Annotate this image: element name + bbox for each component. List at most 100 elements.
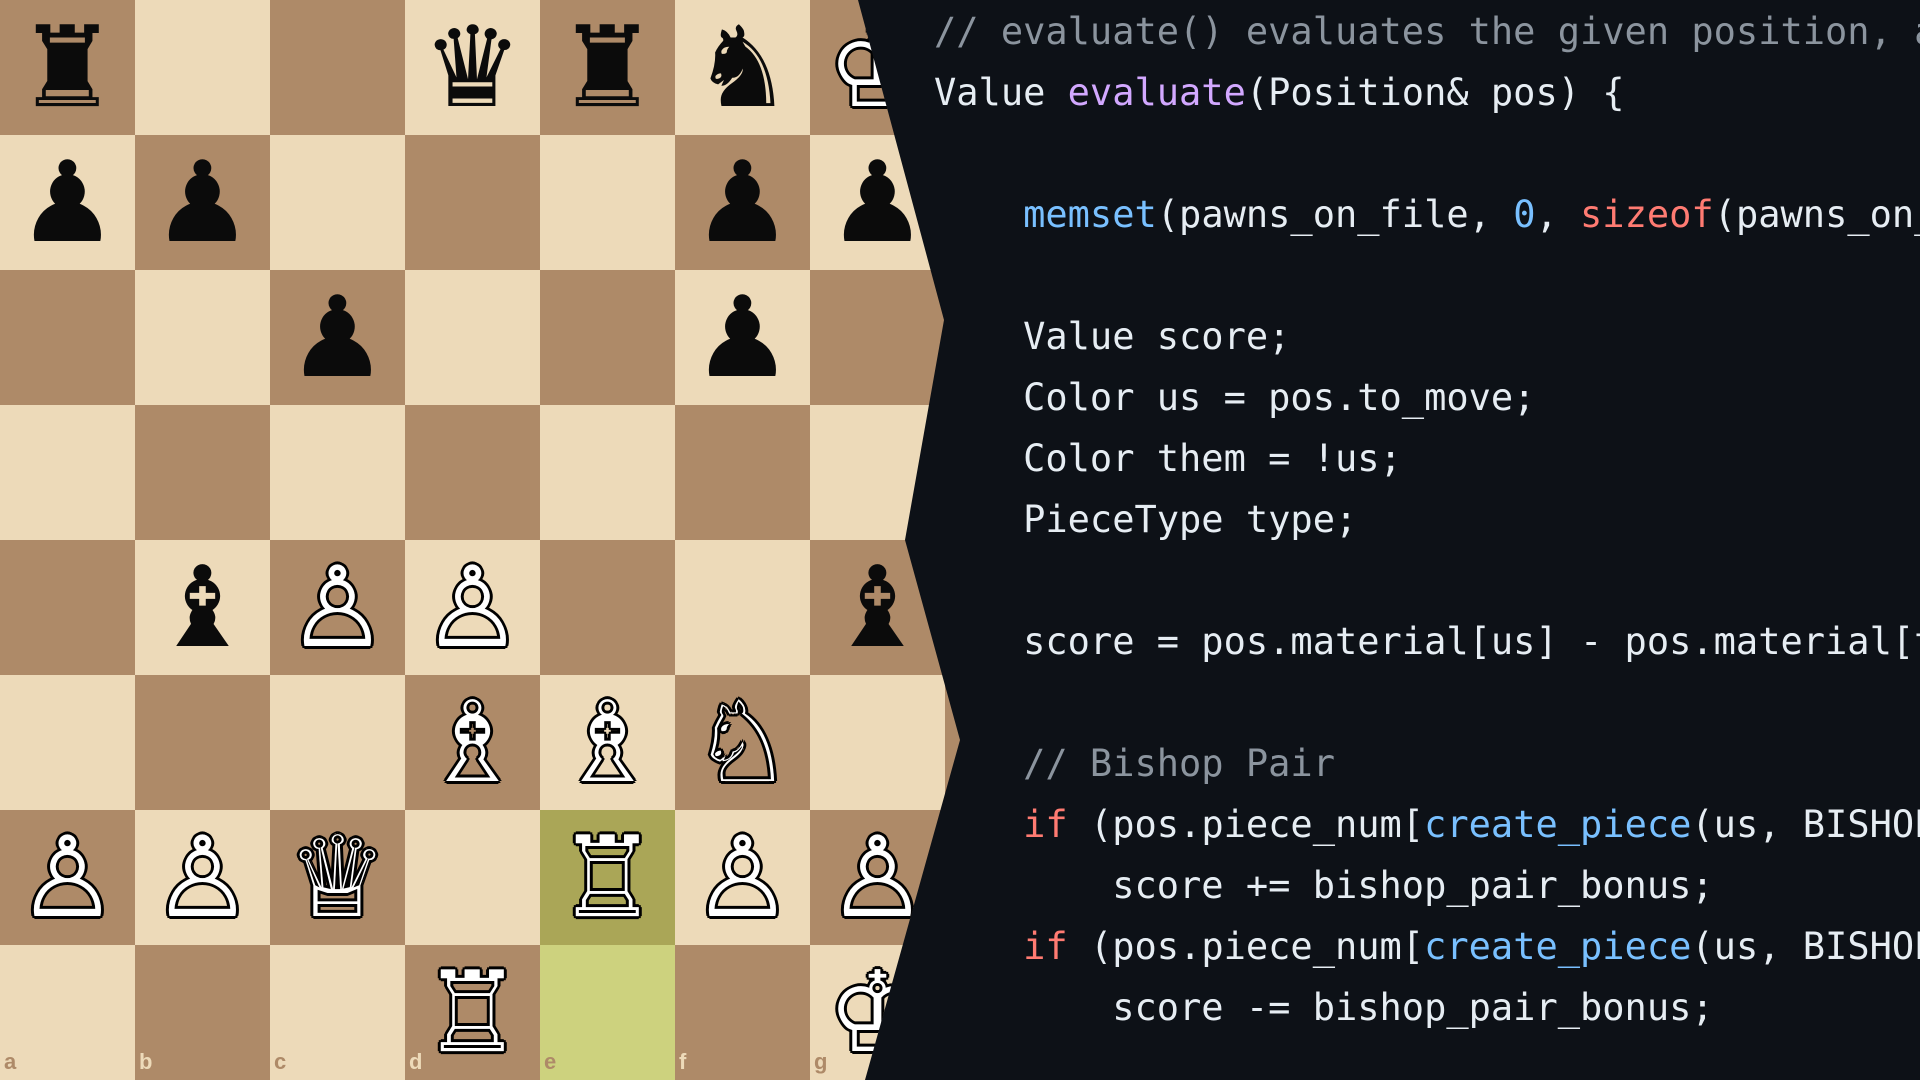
black-bishop-icon[interactable]: ♝ [810, 540, 945, 675]
square-c3[interactable] [270, 675, 405, 810]
code-token-plain: (pos.piece_num[ [1067, 925, 1425, 968]
square-b1[interactable] [135, 945, 270, 1080]
white-king-icon[interactable]: ♔ [810, 0, 945, 135]
square-d7[interactable] [405, 135, 540, 270]
code-line: PieceType type; [934, 489, 1357, 550]
file-label-a: a [4, 1049, 17, 1074]
code-token-plain: score = pos.material[us] - pos.material[… [934, 620, 1920, 663]
square-g5[interactable] [810, 405, 945, 540]
black-bishop-icon[interactable]: ♝ [135, 540, 270, 675]
code-token-plain: PieceType type; [934, 498, 1358, 541]
code-token-plain: (us, BISHOP [1691, 803, 1920, 846]
white-pawn-icon[interactable]: ♙ [0, 810, 135, 945]
black-queen-icon[interactable]: ♛ [405, 0, 540, 135]
code-line: score += bishop_pair_bonus; [934, 855, 1714, 916]
square-e4[interactable] [540, 540, 675, 675]
code-token-call: memset [1023, 193, 1157, 236]
code-token-plain: Value [934, 71, 1068, 114]
white-bishop-icon[interactable]: ♗ [540, 675, 675, 810]
code-token-kw: if [1023, 925, 1068, 968]
square-d6[interactable] [405, 270, 540, 405]
black-knight-icon[interactable]: ♞ [675, 0, 810, 135]
code-token-comment: // Bishop Pair [934, 742, 1335, 785]
square-f4[interactable] [675, 540, 810, 675]
square-a6[interactable] [0, 270, 135, 405]
square-e6[interactable] [540, 270, 675, 405]
chess-board[interactable]: a b c d e f g ♜ ♛ ♜ ♞ ♔ ♟ ♟ ♟ ♟ ♟ ♟ ♝ ♙ ♙ ♝ ♗ ♗ ♘ ♙ ♙ ♕ ♖ ♙ ♙ ♖ ♔ [0, 0, 960, 1080]
code-token-plain: Color us = pos.to_move; [934, 376, 1536, 419]
code-token-plain: (us, BISHOP [1691, 925, 1920, 968]
white-rook-icon[interactable]: ♖ [405, 945, 540, 1080]
code-token-plain: score -= bishop_pair_bonus; [934, 986, 1714, 1029]
black-pawn-icon[interactable]: ♟ [270, 270, 405, 405]
square-g3[interactable] [810, 675, 945, 810]
code-panel: // evaluate() evaluates the given positi… [934, 0, 1920, 1080]
square-a4[interactable] [0, 540, 135, 675]
square-b3[interactable] [135, 675, 270, 810]
code-line: if (pos.piece_num[create_piece(us, BISHO… [934, 916, 1920, 977]
code-token-plain: , [1535, 193, 1581, 236]
file-label-b: b [139, 1049, 153, 1074]
code-token-plain: (Position& pos) { [1245, 71, 1625, 114]
black-pawn-icon[interactable]: ♟ [0, 135, 135, 270]
square-f1[interactable] [675, 945, 810, 1080]
square-a3[interactable] [0, 675, 135, 810]
white-king-icon[interactable]: ♔ [810, 945, 945, 1080]
code-token-kw: if [1023, 803, 1068, 846]
square-f5[interactable] [675, 405, 810, 540]
square-e5[interactable] [540, 405, 675, 540]
code-token-num: 0 [1513, 193, 1536, 236]
square-b6[interactable] [135, 270, 270, 405]
code-line: // Bishop Pair [934, 733, 1335, 794]
code-token-plain: Value score; [934, 315, 1291, 358]
code-line: Color us = pos.to_move; [934, 367, 1535, 428]
code-token-call: create_piece [1424, 925, 1692, 968]
square-c1[interactable] [270, 945, 405, 1080]
white-pawn-icon[interactable]: ♙ [270, 540, 405, 675]
square-g6[interactable] [810, 270, 945, 405]
code-line: memset(pawns_on_file, 0, sizeof(pawns_on… [934, 184, 1920, 245]
square-c8[interactable] [270, 0, 405, 135]
square-a5[interactable] [0, 405, 135, 540]
black-rook-icon[interactable]: ♜ [0, 0, 135, 135]
code-token-plain: (pawns_on_ [1713, 193, 1920, 236]
code-line: Value score; [934, 306, 1290, 367]
square-b5[interactable] [135, 405, 270, 540]
code-token-plain: Color them = !us; [934, 437, 1402, 480]
square-e7[interactable] [540, 135, 675, 270]
white-queen-icon[interactable]: ♕ [270, 810, 405, 945]
white-knight-icon[interactable]: ♘ [675, 675, 810, 810]
white-pawn-icon[interactable]: ♙ [135, 810, 270, 945]
code-token-plain: score += bishop_pair_bonus; [934, 864, 1714, 907]
square-e1[interactable] [540, 945, 675, 1080]
black-rook-icon[interactable]: ♜ [540, 0, 675, 135]
code-line: if (pos.piece_num[create_piece(us, BISHO… [934, 794, 1920, 855]
square-d5[interactable] [405, 405, 540, 540]
square-c5[interactable] [270, 405, 405, 540]
white-bishop-icon[interactable]: ♗ [405, 675, 540, 810]
white-pawn-icon[interactable]: ♙ [675, 810, 810, 945]
black-pawn-icon[interactable]: ♟ [810, 135, 945, 270]
file-label-f: f [679, 1049, 687, 1074]
code-token-plain: (pos.piece_num[ [1067, 803, 1425, 846]
square-c7[interactable] [270, 135, 405, 270]
square-d2[interactable] [405, 810, 540, 945]
white-rook-icon[interactable]: ♖ [540, 810, 675, 945]
chess-code-thumbnail: // evaluate() evaluates the given positi… [0, 0, 1920, 1080]
square-b8[interactable] [135, 0, 270, 135]
black-pawn-icon[interactable]: ♟ [675, 135, 810, 270]
code-line: // evaluate() evaluates the given positi… [934, 1, 1920, 62]
code-token-comment: // evaluate() evaluates the given positi… [934, 10, 1920, 53]
square-a1[interactable] [0, 945, 135, 1080]
code-line: Color them = !us; [934, 428, 1402, 489]
file-label-e: e [544, 1049, 557, 1074]
code-line: score = pos.material[us] - pos.material[… [934, 611, 1920, 672]
black-pawn-icon[interactable]: ♟ [675, 270, 810, 405]
white-pawn-icon[interactable]: ♙ [405, 540, 540, 675]
white-pawn-icon[interactable]: ♙ [810, 810, 945, 945]
black-pawn-icon[interactable]: ♟ [135, 135, 270, 270]
code-line: Value evaluate(Position& pos) { [934, 62, 1625, 123]
